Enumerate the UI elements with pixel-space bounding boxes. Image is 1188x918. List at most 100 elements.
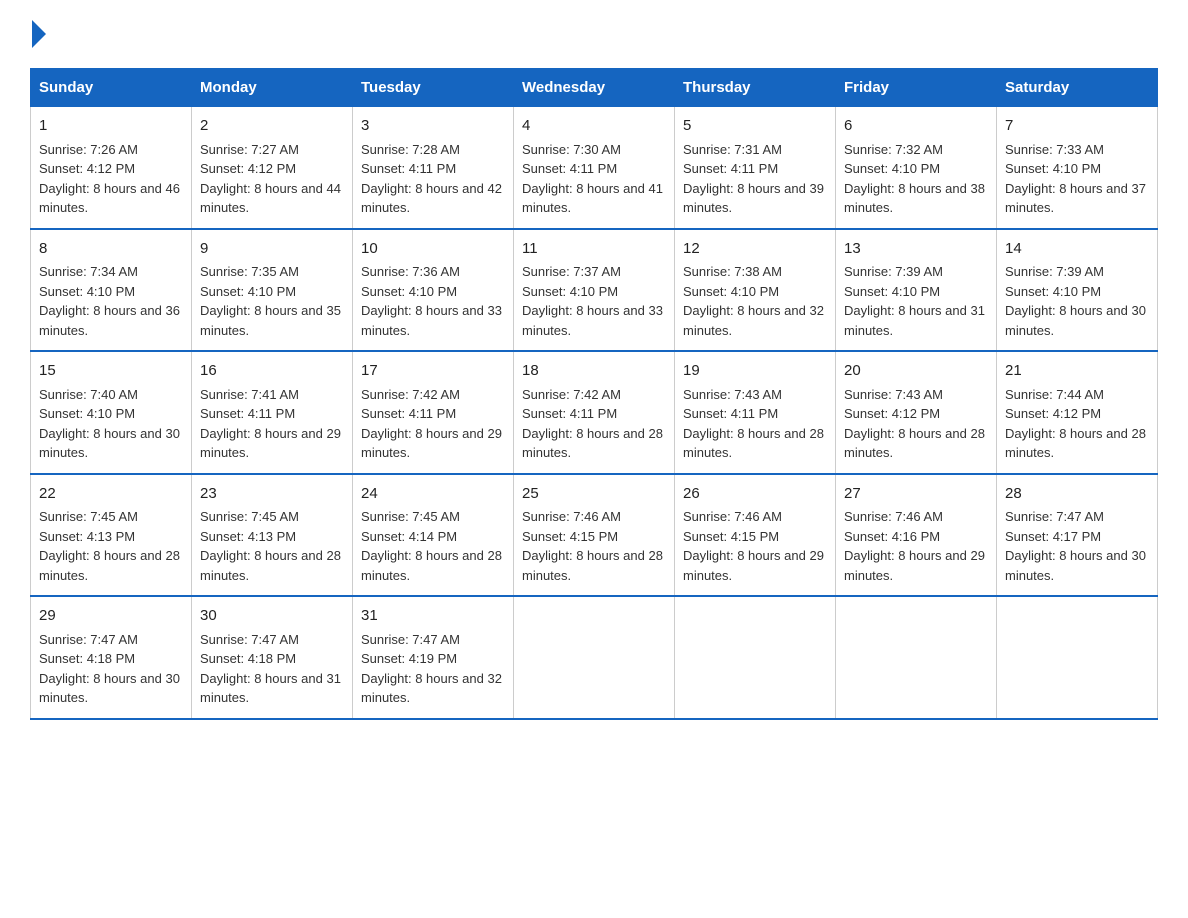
day-info: Sunrise: 7:28 AMSunset: 4:11 PMDaylight:…	[361, 142, 502, 216]
calendar-week-row: 1Sunrise: 7:26 AMSunset: 4:12 PMDaylight…	[31, 107, 1158, 229]
calendar-cell: 6 Sunrise: 7:32 AMSunset: 4:10 PMDaylight…	[836, 107, 997, 229]
day-number: 19	[683, 360, 827, 383]
calendar-cell: 13 Sunrise: 7:39 AMSunset: 4:10 PMDayligh…	[836, 229, 997, 352]
day-info: Sunrise: 7:45 AMSunset: 4:13 PMDaylight:…	[39, 509, 180, 583]
calendar-cell: 4 Sunrise: 7:30 AMSunset: 4:11 PMDaylight…	[514, 107, 675, 229]
calendar-cell: 26Sunrise: 7:46 AMSunset: 4:15 PMDayligh…	[675, 474, 836, 597]
day-number: 11	[522, 238, 666, 261]
calendar-cell: 24 Sunrise: 7:45 AMSunset: 4:14 PMDayligh…	[353, 474, 514, 597]
column-header-friday: Friday	[836, 69, 997, 107]
day-info: Sunrise: 7:39 AMSunset: 4:10 PMDaylight:…	[844, 264, 985, 338]
calendar-cell: 22 Sunrise: 7:45 AMSunset: 4:13 PMDayligh…	[31, 474, 192, 597]
day-number: 21	[1005, 360, 1149, 383]
page-header	[30, 20, 1158, 48]
day-info: Sunrise: 7:32 AMSunset: 4:10 PMDaylight:…	[844, 142, 985, 216]
calendar-cell: 11 Sunrise: 7:37 AMSunset: 4:10 PMDayligh…	[514, 229, 675, 352]
calendar-cell	[836, 596, 997, 719]
calendar-cell	[675, 596, 836, 719]
day-info: Sunrise: 7:47 AMSunset: 4:17 PMDaylight:…	[1005, 509, 1146, 583]
day-info: Sunrise: 7:46 AMSunset: 4:15 PMDaylight:…	[522, 509, 663, 583]
day-number: 25	[522, 483, 666, 506]
day-number: 6	[844, 115, 988, 138]
column-header-saturday: Saturday	[997, 69, 1158, 107]
calendar-cell	[997, 596, 1158, 719]
day-info: Sunrise: 7:43 AMSunset: 4:12 PMDaylight:…	[844, 387, 985, 461]
day-number: 22	[39, 483, 183, 506]
day-info: Sunrise: 7:35 AMSunset: 4:10 PMDaylight:…	[200, 264, 341, 338]
day-number: 18	[522, 360, 666, 383]
day-number: 31	[361, 605, 505, 628]
calendar-cell: 12 Sunrise: 7:38 AMSunset: 4:10 PMDayligh…	[675, 229, 836, 352]
day-info: Sunrise: 7:47 AMSunset: 4:19 PMDaylight:…	[361, 632, 502, 706]
day-number: 8	[39, 238, 183, 261]
day-number: 7	[1005, 115, 1149, 138]
calendar-week-row: 8Sunrise: 7:34 AMSunset: 4:10 PMDaylight…	[31, 229, 1158, 352]
day-info: Sunrise: 7:42 AMSunset: 4:11 PMDaylight:…	[361, 387, 502, 461]
day-number: 13	[844, 238, 988, 261]
calendar-week-row: 29Sunrise: 7:47 AMSunset: 4:18 PMDayligh…	[31, 596, 1158, 719]
day-number: 17	[361, 360, 505, 383]
column-header-sunday: Sunday	[31, 69, 192, 107]
day-info: Sunrise: 7:46 AMSunset: 4:16 PMDaylight:…	[844, 509, 985, 583]
calendar-cell: 15Sunrise: 7:40 AMSunset: 4:10 PMDayligh…	[31, 351, 192, 474]
column-header-monday: Monday	[192, 69, 353, 107]
column-header-tuesday: Tuesday	[353, 69, 514, 107]
day-info: Sunrise: 7:33 AMSunset: 4:10 PMDaylight:…	[1005, 142, 1146, 216]
calendar-cell: 1Sunrise: 7:26 AMSunset: 4:12 PMDaylight…	[31, 107, 192, 229]
calendar-cell: 27 Sunrise: 7:46 AMSunset: 4:16 PMDayligh…	[836, 474, 997, 597]
calendar-cell: 23 Sunrise: 7:45 AMSunset: 4:13 PMDayligh…	[192, 474, 353, 597]
calendar-cell: 17 Sunrise: 7:42 AMSunset: 4:11 PMDayligh…	[353, 351, 514, 474]
calendar-cell: 18 Sunrise: 7:42 AMSunset: 4:11 PMDayligh…	[514, 351, 675, 474]
day-number: 26	[683, 483, 827, 506]
calendar-cell	[514, 596, 675, 719]
day-number: 15	[39, 360, 183, 383]
day-number: 27	[844, 483, 988, 506]
day-number: 14	[1005, 238, 1149, 261]
calendar-cell: 8Sunrise: 7:34 AMSunset: 4:10 PMDaylight…	[31, 229, 192, 352]
day-info: Sunrise: 7:30 AMSunset: 4:11 PMDaylight:…	[522, 142, 663, 216]
day-number: 12	[683, 238, 827, 261]
day-number: 24	[361, 483, 505, 506]
day-number: 10	[361, 238, 505, 261]
day-number: 28	[1005, 483, 1149, 506]
calendar-cell: 14 Sunrise: 7:39 AMSunset: 4:10 PMDayligh…	[997, 229, 1158, 352]
calendar-cell: 20 Sunrise: 7:43 AMSunset: 4:12 PMDayligh…	[836, 351, 997, 474]
day-info: Sunrise: 7:45 AMSunset: 4:13 PMDaylight:…	[200, 509, 341, 583]
day-info: Sunrise: 7:41 AMSunset: 4:11 PMDaylight:…	[200, 387, 341, 461]
day-number: 16	[200, 360, 344, 383]
day-number: 5	[683, 115, 827, 138]
calendar-cell: 19 Sunrise: 7:43 AMSunset: 4:11 PMDayligh…	[675, 351, 836, 474]
calendar-cell: 2Sunrise: 7:27 AMSunset: 4:12 PMDaylight…	[192, 107, 353, 229]
calendar-cell: 5 Sunrise: 7:31 AMSunset: 4:11 PMDaylight…	[675, 107, 836, 229]
calendar-week-row: 22 Sunrise: 7:45 AMSunset: 4:13 PMDayligh…	[31, 474, 1158, 597]
day-info: Sunrise: 7:37 AMSunset: 4:10 PMDaylight:…	[522, 264, 663, 338]
calendar-header-row: SundayMondayTuesdayWednesdayThursdayFrid…	[31, 69, 1158, 107]
day-info: Sunrise: 7:47 AMSunset: 4:18 PMDaylight:…	[200, 632, 341, 706]
calendar-cell: 31 Sunrise: 7:47 AMSunset: 4:19 PMDayligh…	[353, 596, 514, 719]
day-number: 20	[844, 360, 988, 383]
day-number: 30	[200, 605, 344, 628]
day-number: 2	[200, 115, 344, 138]
day-info: Sunrise: 7:31 AMSunset: 4:11 PMDaylight:…	[683, 142, 824, 216]
day-number: 9	[200, 238, 344, 261]
day-info: Sunrise: 7:45 AMSunset: 4:14 PMDaylight:…	[361, 509, 502, 583]
day-number: 3	[361, 115, 505, 138]
day-info: Sunrise: 7:36 AMSunset: 4:10 PMDaylight:…	[361, 264, 502, 338]
day-info: Sunrise: 7:38 AMSunset: 4:10 PMDaylight:…	[683, 264, 824, 338]
calendar-cell: 16 Sunrise: 7:41 AMSunset: 4:11 PMDayligh…	[192, 351, 353, 474]
calendar-week-row: 15Sunrise: 7:40 AMSunset: 4:10 PMDayligh…	[31, 351, 1158, 474]
day-info: Sunrise: 7:43 AMSunset: 4:11 PMDaylight:…	[683, 387, 824, 461]
calendar-cell: 9 Sunrise: 7:35 AMSunset: 4:10 PMDaylight…	[192, 229, 353, 352]
calendar-cell: 7 Sunrise: 7:33 AMSunset: 4:10 PMDaylight…	[997, 107, 1158, 229]
calendar-cell: 30 Sunrise: 7:47 AMSunset: 4:18 PMDayligh…	[192, 596, 353, 719]
day-info: Sunrise: 7:42 AMSunset: 4:11 PMDaylight:…	[522, 387, 663, 461]
day-number: 4	[522, 115, 666, 138]
day-number: 23	[200, 483, 344, 506]
logo-triangle-icon	[32, 20, 46, 48]
day-number: 1	[39, 115, 183, 138]
day-info: Sunrise: 7:39 AMSunset: 4:10 PMDaylight:…	[1005, 264, 1146, 338]
column-header-wednesday: Wednesday	[514, 69, 675, 107]
calendar-cell: 3 Sunrise: 7:28 AMSunset: 4:11 PMDaylight…	[353, 107, 514, 229]
column-header-thursday: Thursday	[675, 69, 836, 107]
logo	[30, 20, 46, 48]
